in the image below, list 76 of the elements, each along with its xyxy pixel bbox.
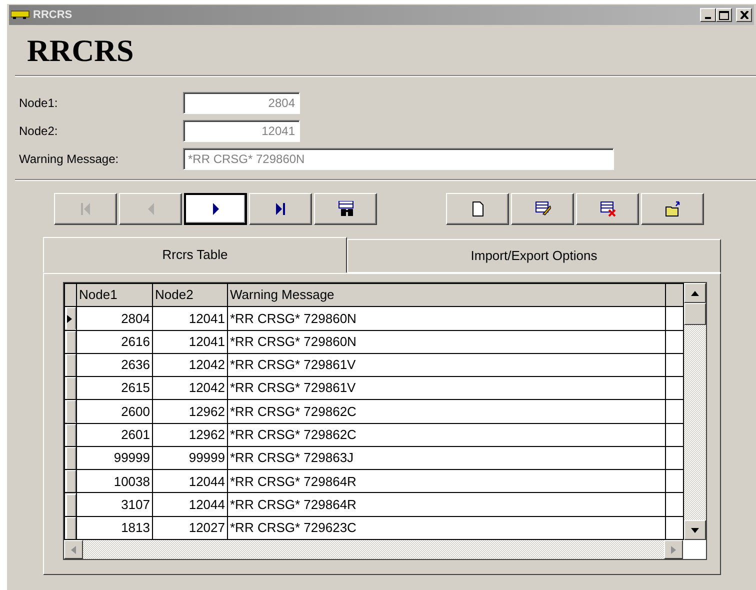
first-record-icon — [81, 203, 90, 215]
table-cell: *RR CRSG* 729860N — [228, 306, 666, 330]
export-button[interactable] — [641, 193, 704, 225]
table-cell: *RR CRSG* 729861V — [228, 376, 666, 400]
minimize-icon — [705, 17, 711, 19]
last-record-button[interactable] — [249, 193, 312, 225]
new-record-button[interactable] — [446, 193, 509, 225]
table-cell: 2616 — [76, 330, 152, 354]
down-arrow-icon — [691, 528, 699, 532]
next-record-button[interactable] — [184, 193, 247, 225]
table-cell: 12044 — [152, 470, 228, 493]
scroll-left-button[interactable] — [64, 540, 83, 559]
up-arrow-icon — [691, 290, 699, 296]
table-cell: 12042 — [152, 353, 228, 377]
form-heading: RRCRS — [27, 35, 135, 66]
column-header[interactable]: Node2 — [152, 284, 228, 307]
scroll-down-button[interactable] — [684, 520, 706, 540]
table-cell: *RR CRSG* 729862C — [228, 423, 666, 446]
tab[interactable]: Rrcrs Table — [43, 237, 347, 273]
table-cell: *RR CRSG* 729861V — [228, 353, 666, 377]
close-icon — [740, 11, 748, 19]
field-label: Node1: — [18, 95, 59, 112]
table-cell: 2804 — [76, 306, 152, 330]
table-cell: 12042 — [152, 376, 228, 400]
edit-record-button[interactable] — [511, 193, 574, 225]
last-record-icon — [276, 203, 285, 215]
binoculars-grid-icon — [338, 201, 354, 217]
find-button[interactable] — [314, 193, 377, 225]
table-cell: *RR CRSG* 729860N — [228, 330, 666, 354]
current-row-marker-icon — [67, 314, 72, 323]
table-cell: 2600 — [76, 400, 152, 424]
number-field[interactable]: 12041 — [183, 120, 300, 142]
grid-cross-icon — [600, 201, 616, 217]
left-arrow-icon — [71, 546, 76, 554]
table-cell: 2601 — [76, 423, 152, 446]
table-cell: 99999 — [76, 446, 152, 470]
table-cell: *RR CRSG* 729862C — [228, 400, 666, 424]
right-triangle-icon — [212, 203, 218, 215]
grid-pencil-icon — [534, 201, 550, 217]
row-selector[interactable] — [66, 308, 76, 330]
minimize-button[interactable] — [700, 8, 716, 22]
close-button[interactable] — [736, 8, 752, 22]
table-cell: 12044 — [152, 492, 228, 516]
table-cell: 10038 — [76, 470, 152, 493]
train-icon — [11, 10, 31, 20]
tab[interactable]: Import/Export Options — [347, 239, 721, 273]
table-cell: 3107 — [76, 492, 152, 516]
field-label: Warning Message: — [18, 151, 120, 168]
number-field[interactable]: 2804 — [183, 92, 300, 114]
scrollbar-thumb[interactable] — [684, 303, 706, 325]
horizontal-scrollbar[interactable] — [64, 540, 683, 559]
column-header[interactable]: Node1 — [76, 284, 152, 307]
table-cell: 99999 — [152, 446, 228, 470]
table-cell: 12962 — [152, 400, 228, 424]
right-arrow-icon — [671, 546, 676, 554]
table-cell: 2636 — [76, 353, 152, 377]
table-cell: *RR CRSG* 729864R — [228, 492, 666, 516]
scroll-right-button[interactable] — [664, 540, 683, 559]
table-cell: 12962 — [152, 423, 228, 446]
field-label: Node2: — [18, 123, 59, 140]
table-cell: 12041 — [152, 330, 228, 354]
scroll-up-button[interactable] — [684, 283, 706, 303]
left-triangle-icon — [148, 203, 154, 215]
vertical-scrollbar[interactable] — [684, 283, 706, 540]
column-header[interactable]: Warning Message — [228, 284, 666, 307]
table-cell: 2615 — [76, 376, 152, 400]
blank-page-icon — [470, 201, 486, 217]
maximize-icon — [719, 10, 729, 20]
delete-record-button[interactable] — [576, 193, 639, 225]
table-cell: *RR CRSG* 729864R — [228, 470, 666, 493]
window-title: RRCRS — [33, 8, 72, 23]
maximize-button[interactable] — [716, 8, 732, 22]
table-cell: 12041 — [152, 306, 228, 330]
table-cell: *RR CRSG* 729863J — [228, 446, 666, 470]
folder-arrow-icon — [664, 201, 680, 217]
text-field[interactable]: *RR CRSG* 729860N — [183, 148, 614, 170]
